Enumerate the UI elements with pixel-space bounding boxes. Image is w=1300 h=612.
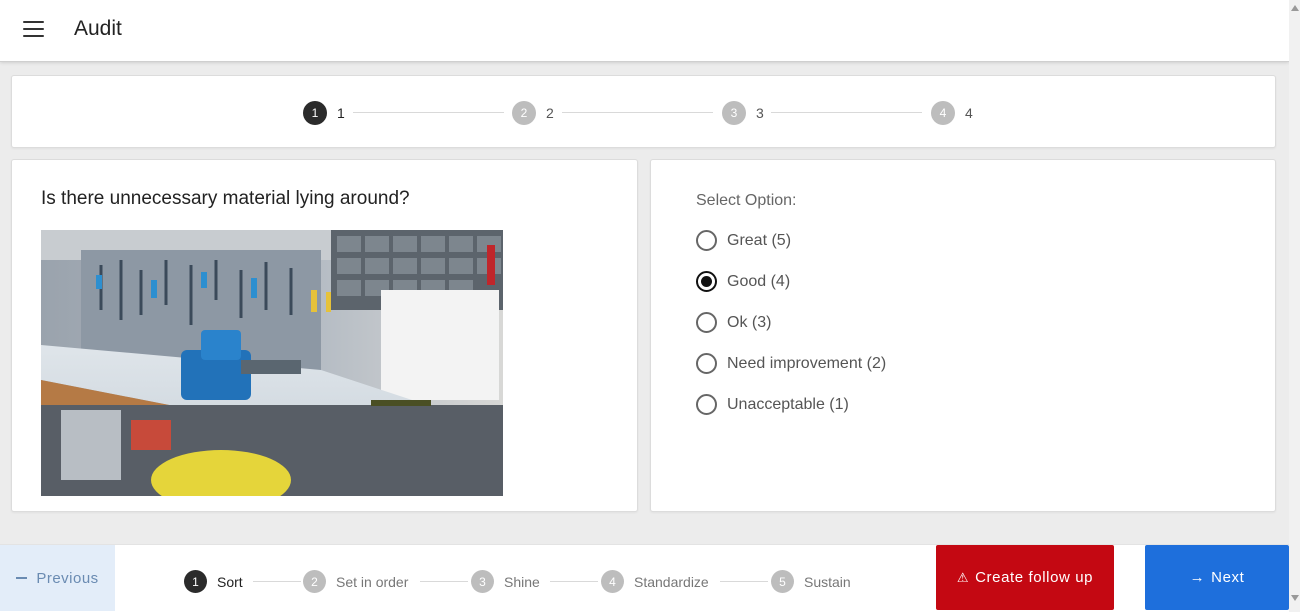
- option-ok[interactable]: Ok (3): [696, 312, 771, 333]
- section-step-sustain[interactable]: 5 Sustain: [771, 570, 851, 593]
- section-step-sort[interactable]: 1 Sort: [184, 570, 243, 593]
- options-title: Select Option:: [696, 192, 797, 209]
- step-number-badge: 1: [184, 570, 207, 593]
- section-step-set-in-order[interactable]: 2 Set in order: [303, 570, 408, 593]
- stepper-connector: [550, 581, 598, 582]
- option-label: Good (4): [727, 272, 791, 290]
- section-step-shine[interactable]: 3 Shine: [471, 570, 540, 593]
- question-step-1[interactable]: 1 1: [303, 101, 345, 125]
- option-need-improvement[interactable]: Need improvement (2): [696, 353, 886, 374]
- next-button[interactable]: → Next: [1145, 545, 1289, 610]
- page-title: Audit: [74, 17, 122, 40]
- scroll-down-arrow-icon[interactable]: [1291, 595, 1299, 601]
- step-number-badge: 2: [303, 570, 326, 593]
- options-card: Select Option: Great (5) Good (4) Ok (3)…: [650, 159, 1276, 512]
- step-number-badge: 2: [512, 101, 536, 125]
- option-label: Need improvement (2): [727, 354, 887, 372]
- radio-button-checked[interactable]: [696, 271, 717, 292]
- step-number-badge: 4: [931, 101, 955, 125]
- option-label: Great (5): [727, 231, 792, 249]
- step-number-badge: 5: [771, 570, 794, 593]
- question-stepper: 1 1 2 2 3 3 4 4: [11, 75, 1276, 148]
- stepper-connector: [562, 112, 713, 113]
- option-label: Unacceptable (1): [727, 395, 849, 413]
- scroll-up-arrow-icon[interactable]: [1291, 5, 1299, 11]
- step-label: 2: [546, 105, 554, 121]
- step-number-badge: 1: [303, 101, 327, 125]
- option-great[interactable]: Great (5): [696, 230, 791, 251]
- create-follow-up-button[interactable]: ⚠ Create follow up: [936, 545, 1114, 610]
- warning-icon: ⚠: [956, 569, 970, 585]
- stepper-connector: [353, 112, 504, 113]
- step-number-badge: 3: [471, 570, 494, 593]
- question-step-4[interactable]: 4 4: [931, 101, 973, 125]
- vertical-scrollbar[interactable]: [1289, 0, 1300, 612]
- step-number-badge: 4: [601, 570, 624, 593]
- bottom-navigation-bar: Previous 1 Sort 2 Set in order 3 Shine 4…: [0, 544, 1289, 612]
- stepper-connector: [771, 112, 922, 113]
- step-label: 3: [756, 105, 764, 121]
- workshop-photo: [41, 230, 503, 496]
- arrow-right-icon: →: [1189, 569, 1206, 586]
- step-label: 4: [965, 105, 973, 121]
- question-step-2[interactable]: 2 2: [512, 101, 554, 125]
- hamburger-menu-icon[interactable]: [23, 21, 44, 37]
- radio-button[interactable]: [696, 312, 717, 333]
- question-text: Is there unnecessary material lying arou…: [41, 188, 410, 209]
- step-label: 1: [337, 105, 345, 121]
- step-number-badge: 3: [722, 101, 746, 125]
- question-card: Is there unnecessary material lying arou…: [11, 159, 638, 512]
- minus-icon: [16, 577, 28, 579]
- app-bar: Audit: [0, 0, 1289, 62]
- question-step-3[interactable]: 3 3: [722, 101, 764, 125]
- radio-button[interactable]: [696, 230, 717, 251]
- next-label: Next: [1211, 569, 1245, 586]
- option-unacceptable[interactable]: Unacceptable (1): [696, 394, 849, 415]
- step-label: Standardize: [634, 573, 709, 590]
- stepper-connector: [720, 581, 768, 582]
- step-label: Sort: [217, 573, 243, 590]
- step-label: Set in order: [336, 573, 409, 590]
- stepper-connector: [420, 581, 468, 582]
- stepper-connector: [253, 581, 301, 582]
- previous-button[interactable]: Previous: [0, 545, 115, 611]
- create-follow-up-label: Create follow up: [975, 569, 1094, 586]
- previous-label: Previous: [36, 569, 99, 587]
- section-step-standardize[interactable]: 4 Standardize: [601, 570, 709, 593]
- radio-button[interactable]: [696, 353, 717, 374]
- option-good[interactable]: Good (4): [696, 271, 790, 292]
- step-label: Shine: [504, 573, 540, 590]
- step-label: Sustain: [804, 573, 851, 590]
- radio-button[interactable]: [696, 394, 717, 415]
- option-label: Ok (3): [727, 313, 772, 331]
